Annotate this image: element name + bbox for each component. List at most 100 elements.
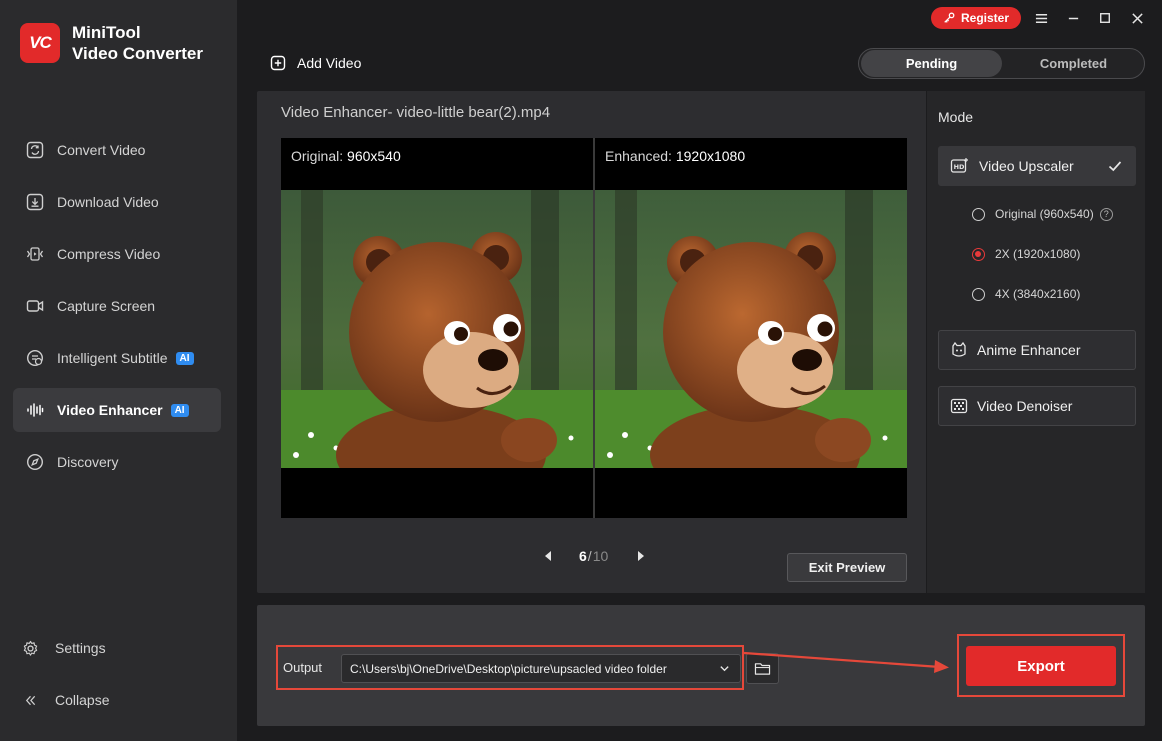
maximize-icon bbox=[1099, 12, 1111, 24]
output-label: Output bbox=[283, 660, 323, 675]
status-tabs: Pending Completed bbox=[858, 48, 1145, 79]
anime-face-icon bbox=[950, 341, 968, 359]
sidebar-item-label: Discovery bbox=[57, 454, 119, 470]
plus-square-icon bbox=[270, 55, 286, 71]
compress-icon bbox=[25, 244, 45, 264]
sidebar-item-intelligent-subtitle[interactable]: Intelligent Subtitle AI bbox=[13, 336, 221, 380]
settings-button[interactable]: Settings bbox=[20, 638, 220, 658]
original-resolution-label: Original: 960x540 bbox=[291, 148, 401, 164]
sidebar: VC MiniTool Video Converter Convert Vide… bbox=[0, 0, 237, 741]
video-upscaler-button[interactable]: HD Video Upscaler bbox=[938, 146, 1136, 186]
maximize-button[interactable] bbox=[1095, 8, 1115, 28]
hd-icon: HD bbox=[950, 157, 970, 175]
sidebar-item-video-enhancer[interactable]: Video Enhancer AI bbox=[13, 388, 221, 432]
export-highlight: Export bbox=[957, 634, 1125, 697]
anime-enhancer-button[interactable]: Anime Enhancer bbox=[938, 330, 1136, 370]
app-logo: VC MiniTool Video Converter bbox=[20, 22, 203, 64]
sidebar-item-download-video[interactable]: Download Video bbox=[13, 180, 221, 224]
radio-4x[interactable] bbox=[972, 287, 985, 301]
export-button[interactable]: Export bbox=[966, 646, 1116, 686]
register-label: Register bbox=[960, 11, 1010, 25]
radio-2x[interactable] bbox=[972, 247, 985, 261]
subtitle-icon bbox=[25, 348, 45, 368]
app-name-line1: MiniTool bbox=[72, 23, 141, 42]
option-4x[interactable]: 4X (3840x2160) bbox=[972, 287, 1080, 301]
option-original-label: Original (960x540) bbox=[995, 207, 1094, 221]
mode-title: Mode bbox=[938, 109, 974, 125]
logo-badge: VC bbox=[20, 23, 60, 63]
add-video-button[interactable]: Add Video bbox=[270, 55, 361, 71]
sidebar-item-capture-screen[interactable]: Capture Screen bbox=[13, 284, 221, 328]
output-path-select[interactable]: C:\Users\bj\OneDrive\Desktop\picture\ups… bbox=[341, 654, 741, 683]
sidebar-item-label: Download Video bbox=[57, 194, 159, 210]
app-name: MiniTool Video Converter bbox=[72, 22, 203, 64]
svg-text:HD: HD bbox=[954, 163, 965, 171]
total-frames: 10 bbox=[592, 548, 609, 564]
option-original[interactable]: Original (960x540) ? bbox=[972, 207, 1113, 221]
settings-label: Settings bbox=[55, 640, 106, 656]
convert-icon bbox=[25, 140, 45, 160]
close-button[interactable] bbox=[1127, 8, 1147, 28]
collapse-button[interactable]: Collapse bbox=[20, 690, 220, 710]
menu-button[interactable] bbox=[1031, 8, 1051, 28]
anime-enhancer-label: Anime Enhancer bbox=[977, 342, 1081, 358]
frame-separator: / bbox=[587, 548, 592, 564]
sidebar-nav: Convert Video Download Video Compress Vi… bbox=[13, 128, 221, 492]
previous-frame-button[interactable] bbox=[543, 550, 553, 562]
collapse-label: Collapse bbox=[55, 692, 110, 708]
bear-frame-original bbox=[281, 190, 593, 468]
minimize-button[interactable] bbox=[1063, 8, 1083, 28]
help-icon[interactable]: ? bbox=[1099, 207, 1113, 221]
original-resolution-value: 960x540 bbox=[347, 148, 401, 164]
option-2x-label: 2X (1920x1080) bbox=[995, 247, 1081, 261]
option-4x-label: 4X (3840x2160) bbox=[995, 287, 1081, 301]
hamburger-icon bbox=[1035, 12, 1048, 25]
app-name-line2: Video Converter bbox=[72, 44, 204, 63]
video-denoiser-label: Video Denoiser bbox=[977, 398, 1073, 414]
noise-grid-icon bbox=[950, 397, 968, 415]
double-chevron-left-icon bbox=[20, 690, 40, 710]
sidebar-item-label: Capture Screen bbox=[57, 298, 156, 314]
video-upscaler-label: Video Upscaler bbox=[979, 158, 1074, 174]
video-denoiser-button[interactable]: Video Denoiser bbox=[938, 386, 1136, 426]
sidebar-item-discovery[interactable]: Discovery bbox=[13, 440, 221, 484]
preview-panel: Video Enhancer- video-little bear(2).mp4… bbox=[257, 91, 1145, 593]
close-icon bbox=[1131, 12, 1144, 25]
camera-icon bbox=[25, 296, 45, 316]
sidebar-item-convert-video[interactable]: Convert Video bbox=[13, 128, 221, 172]
tab-completed[interactable]: Completed bbox=[1004, 50, 1143, 77]
output-bar: Output C:\Users\bj\OneDrive\Desktop\pict… bbox=[257, 605, 1145, 726]
exit-preview-button[interactable]: Exit Preview bbox=[787, 553, 907, 582]
option-2x[interactable]: 2X (1920x1080) bbox=[972, 247, 1080, 261]
download-icon bbox=[25, 192, 45, 212]
mode-panel: Mode HD Video Upscaler Original (960x540… bbox=[926, 91, 1145, 593]
sidebar-item-label: Convert Video bbox=[57, 142, 146, 158]
original-label-text: Original: bbox=[291, 148, 344, 164]
frame-pager: 6 / 10 bbox=[543, 548, 646, 564]
enhanced-resolution-label: Enhanced: 1920x1080 bbox=[605, 148, 745, 164]
compass-icon bbox=[25, 452, 45, 472]
sidebar-item-label: Compress Video bbox=[57, 246, 161, 262]
bear-frame-enhanced bbox=[595, 190, 907, 468]
register-button[interactable]: Register bbox=[931, 7, 1021, 29]
ai-badge: AI bbox=[175, 351, 194, 365]
chevron-down-icon bbox=[719, 663, 730, 674]
enhanced-pane: Enhanced: 1920x1080 bbox=[595, 138, 907, 518]
comparison-view: Original: 960x540 Enhanced: 1920x1080 bbox=[281, 138, 907, 518]
minimize-icon bbox=[1067, 12, 1080, 25]
triangle-left-icon bbox=[545, 551, 551, 561]
checkmark-icon bbox=[1107, 158, 1123, 174]
tab-pending[interactable]: Pending bbox=[861, 50, 1002, 77]
output-highlight: Output C:\Users\bj\OneDrive\Desktop\pict… bbox=[276, 645, 744, 690]
radio-original[interactable] bbox=[972, 207, 985, 221]
next-frame-button[interactable] bbox=[636, 550, 646, 562]
ai-badge: AI bbox=[170, 403, 189, 417]
key-icon bbox=[943, 12, 955, 24]
add-video-label: Add Video bbox=[297, 55, 362, 71]
annotation-arrow bbox=[744, 651, 949, 673]
sidebar-item-compress-video[interactable]: Compress Video bbox=[13, 232, 221, 276]
output-path-value: C:\Users\bj\OneDrive\Desktop\picture\ups… bbox=[350, 661, 667, 676]
original-pane: Original: 960x540 bbox=[281, 138, 593, 518]
triangle-right-icon bbox=[638, 551, 645, 561]
preview-title: Video Enhancer- video-little bear(2).mp4 bbox=[281, 104, 551, 121]
